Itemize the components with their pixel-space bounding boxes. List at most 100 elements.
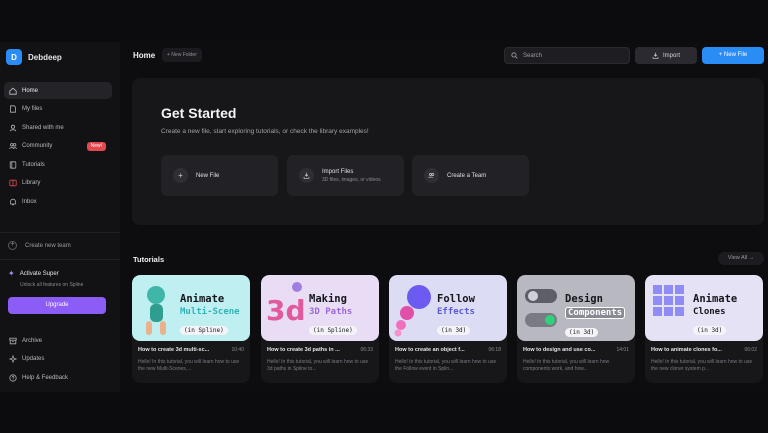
sidebar-item-label: My files (22, 106, 43, 112)
thumbnail-art (146, 286, 166, 335)
tutorial-title: How to create an object f... (395, 347, 465, 353)
sidebar-item-community[interactable]: Community New! (4, 138, 112, 155)
plus-icon: + (173, 168, 188, 183)
create-team-button[interactable]: + Create new team (8, 241, 71, 250)
upgrade-button[interactable]: Upgrade (8, 297, 106, 314)
tutorial-thumbnail: Design Components (in 3d) (517, 275, 635, 341)
import-icon (299, 168, 314, 183)
workspace-logo: D (6, 49, 22, 65)
tutorial-description: Hello! In this tutorial, you will learn … (138, 359, 240, 372)
search-input[interactable]: Search (504, 47, 630, 64)
tutorial-thumbnail: Animate Clones (in 3d) (645, 275, 763, 341)
create-team-label: Create new team (25, 242, 71, 249)
thumbnail-title-line1: Animate (693, 293, 738, 305)
svg-text:3d: 3d (266, 294, 306, 327)
workspace-name: Debdeep (28, 52, 62, 62)
thumbnail-pill: (in Spline) (180, 326, 228, 335)
thumbnail-title-line2: 3D Paths (309, 307, 353, 317)
tutorial-card[interactable]: Design Components (in 3d) How to design and… (517, 275, 635, 383)
sidebar-divider (0, 259, 120, 260)
thumbnail-pill: (in Spline) (309, 326, 357, 335)
tutorial-description: Hello! In this tutorial, you will learn … (523, 359, 610, 372)
sidebar-item-archive[interactable]: Archive (4, 332, 112, 349)
tutorial-duration: 14:01 (616, 347, 629, 353)
get-started-subtitle: Create a new file, start exploring tutor… (161, 128, 369, 135)
sidebar-item-label: Updates (22, 356, 45, 362)
tutorial-card[interactable]: Animate Multi-Scene (in Spline) How to crea… (132, 275, 250, 383)
sidebar-divider (0, 232, 120, 233)
get-started-panel (132, 78, 764, 225)
tutorial-description: Hello! In this tutorial, you will learn … (267, 359, 369, 372)
super-title-row: ✦ Activate Super (8, 269, 83, 278)
sidebar-item-label: Tutorials (22, 161, 45, 168)
sidebar: D Debdeep Home My files Shared with me C… (0, 42, 120, 392)
card-label: New File (196, 172, 220, 179)
team-icon (424, 168, 439, 183)
thumbnail-title-line2: Clones (693, 307, 726, 317)
page-title: Home (133, 51, 156, 60)
new-file-card-text: New File (196, 173, 219, 179)
thumbnail-art (394, 285, 431, 337)
tutorial-title: How to animate clones fo... (651, 347, 722, 353)
bottom-band (0, 392, 768, 433)
view-all-button[interactable]: View All → (718, 252, 764, 265)
sidebar-item-tutorials[interactable]: Tutorials (4, 156, 112, 173)
search-placeholder: Search (523, 52, 543, 59)
plus-circle-icon: + (8, 241, 17, 250)
thumbnail-art: 3d (266, 282, 306, 327)
thumbnail-pill: (in 3d) (693, 326, 727, 335)
workspace-switcher[interactable]: D Debdeep (6, 48, 62, 66)
help-icon (9, 373, 17, 382)
thumbnail-title-line2: Effects (437, 307, 475, 317)
bell-icon (9, 198, 17, 206)
sidebar-item-label: Archive (22, 337, 43, 344)
import-files-card[interactable]: Import Files 3D files, images, or videos (287, 155, 404, 196)
tutorial-duration: 06:18 (488, 347, 501, 353)
super-subtitle: Unlock all features on Spline (20, 282, 84, 288)
import-label: Import (662, 52, 680, 59)
import-button[interactable]: Import (635, 47, 697, 64)
tutorial-description: Hello! In this tutorial, you will learn … (651, 359, 753, 372)
archive-icon (9, 337, 17, 345)
tutorial-duration: 06:33 (360, 347, 373, 353)
tutorial-description: Hello! In this tutorial, you will learn … (395, 359, 497, 372)
card-label: Create a Team (447, 172, 487, 179)
new-file-card[interactable]: + New File (161, 155, 278, 196)
sidebar-item-inbox[interactable]: Inbox (4, 193, 112, 210)
thumbnail-title: Animate Clones (in 3d) (693, 293, 737, 336)
thumbnail-title-line2: Multi-Scene (180, 307, 240, 317)
update-icon (9, 355, 17, 363)
top-band (0, 0, 768, 42)
tutorial-card[interactable]: Follow Effects (in 3d) How to create an obj… (389, 275, 507, 383)
new-file-button[interactable]: + New File (702, 47, 764, 64)
new-folder-button[interactable]: + New Folder (162, 48, 202, 62)
super-title: Activate Super (19, 270, 59, 277)
thumbnail-title-line1: Design (565, 293, 603, 305)
tutorial-thumbnail: 3d Making 3D Paths (in Spline) (261, 275, 379, 341)
get-started-title: Get Started (161, 105, 237, 121)
tutorial-duration: 06:02 (744, 347, 757, 353)
tutorial-title: How to create 3d multi-sc... (138, 347, 210, 353)
thumbnail-title-line2: Components (565, 307, 626, 319)
sidebar-item-help[interactable]: Help & Feedback (4, 369, 112, 386)
sidebar-item-my-files[interactable]: My files (4, 101, 112, 118)
import-icon (652, 52, 659, 59)
sidebar-item-label: Library (22, 180, 41, 186)
sidebar-item-home[interactable]: Home (4, 82, 112, 99)
tutorial-card[interactable]: 3d Making 3D Paths (in Spline) How to create… (261, 275, 379, 383)
create-team-card[interactable]: Create a Team (412, 155, 529, 196)
thumbnail-title-line1: Animate (180, 293, 225, 305)
file-icon (9, 105, 17, 113)
search-icon (511, 52, 518, 59)
sidebar-item-updates[interactable]: Updates (4, 351, 112, 368)
tutorial-title: How to create 3d paths in ... (267, 347, 340, 353)
users-icon (9, 142, 17, 150)
thumbnail-pill: (in 3d) (437, 326, 471, 335)
create-team-card-text: Create a Team (447, 173, 486, 179)
library-icon (9, 179, 17, 187)
tutorial-card[interactable]: Animate Clones (in 3d) How to animate clone… (645, 275, 763, 383)
book-icon (9, 160, 17, 169)
sidebar-item-label: Shared with me (22, 124, 64, 131)
sidebar-item-library[interactable]: Library (4, 175, 112, 192)
sidebar-item-shared[interactable]: Shared with me (4, 119, 112, 136)
